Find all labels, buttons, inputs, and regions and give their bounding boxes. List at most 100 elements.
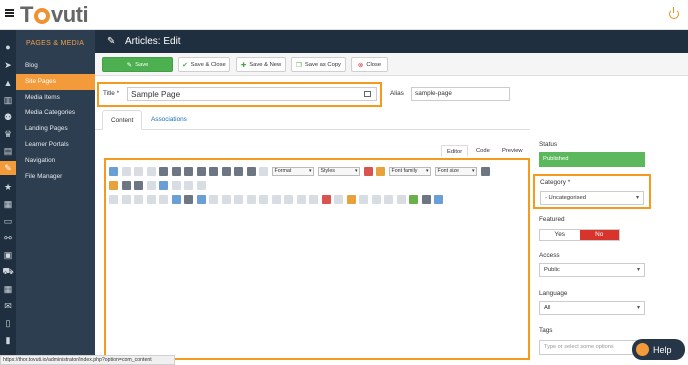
- rich-text-editor[interactable]: Format Styles Font family Font size: [104, 158, 530, 360]
- contacts-icon[interactable]: ▮: [3, 335, 13, 345]
- undo-icon[interactable]: [134, 167, 143, 176]
- trophy-icon[interactable]: ♛: [3, 129, 13, 139]
- align-right-icon[interactable]: [234, 167, 243, 176]
- bullet-list-icon[interactable]: [134, 181, 143, 190]
- users-icon[interactable]: ⚉: [3, 112, 13, 122]
- binoculars-icon[interactable]: [184, 195, 193, 204]
- power-icon[interactable]: [669, 7, 679, 19]
- sidebar-item-media-categories[interactable]: Media Categories: [16, 105, 95, 121]
- col-delete-icon[interactable]: [284, 195, 293, 204]
- bold-icon[interactable]: [159, 167, 168, 176]
- brush-icon[interactable]: [376, 167, 385, 176]
- sidebar-item-file-manager[interactable]: File Manager: [16, 169, 95, 185]
- store-icon[interactable]: ▦: [3, 199, 13, 209]
- editor-tab-code[interactable]: Code: [471, 145, 495, 157]
- align-center-icon[interactable]: [221, 167, 231, 176]
- format-select[interactable]: Format: [271, 167, 314, 176]
- new-document-icon[interactable]: [121, 167, 131, 176]
- text-color-icon[interactable]: [480, 167, 490, 176]
- rocket-icon[interactable]: ➤: [3, 60, 13, 70]
- id-badge-icon[interactable]: ▣: [3, 250, 13, 260]
- tovuti-logo[interactable]: Tvuti: [20, 2, 89, 27]
- category-select[interactable]: - Uncategorised: [540, 191, 644, 205]
- sidebar-item-landing-pages[interactable]: Landing Pages: [16, 121, 95, 137]
- language-select[interactable]: All: [539, 301, 645, 315]
- outdent-icon[interactable]: [146, 181, 156, 190]
- copy-icon[interactable]: [334, 195, 343, 204]
- graduation-cap-icon[interactable]: ▲: [3, 78, 13, 88]
- cut-icon[interactable]: [321, 195, 331, 204]
- module-icon[interactable]: [434, 195, 443, 204]
- sidebar-item-navigation[interactable]: Navigation: [16, 153, 95, 169]
- spellcheck-icon[interactable]: [409, 195, 418, 204]
- paste-icon[interactable]: [346, 195, 356, 204]
- save-new-button[interactable]: ✚ Save & New: [236, 57, 286, 72]
- close-button[interactable]: ⊗ Close: [351, 57, 388, 72]
- save-close-button[interactable]: ✔ Save & Close: [178, 57, 230, 72]
- underline-icon[interactable]: [184, 167, 193, 176]
- download-icon[interactable]: [371, 195, 381, 204]
- numbered-list-icon[interactable]: [121, 181, 131, 190]
- credit-card-icon[interactable]: ▭: [3, 216, 13, 226]
- chat-icon[interactable]: ✉: [3, 301, 13, 311]
- tab-content[interactable]: Content: [102, 110, 143, 130]
- align-justify-icon[interactable]: [246, 167, 256, 176]
- link-icon[interactable]: [146, 195, 156, 204]
- calendar-icon[interactable]: ▦: [3, 284, 13, 294]
- dashboard-icon[interactable]: ●: [3, 42, 13, 52]
- hamburger-menu-icon[interactable]: [5, 9, 14, 17]
- merge-cells-icon[interactable]: [296, 195, 306, 204]
- access-select[interactable]: Public: [539, 263, 645, 277]
- indent-icon[interactable]: [159, 181, 168, 190]
- keyboard-icon[interactable]: [364, 91, 371, 97]
- title-input[interactable]: Sample Page: [127, 87, 377, 101]
- alias-input[interactable]: sample-page: [411, 87, 510, 101]
- save-button[interactable]: ✎ Save: [102, 57, 173, 72]
- superscript-icon[interactable]: [184, 181, 193, 190]
- sidebar-item-learner-portals[interactable]: Learner Portals: [16, 137, 95, 153]
- featured-yes-option[interactable]: Yes: [540, 230, 580, 240]
- code-icon[interactable]: [396, 195, 406, 204]
- split-cells-icon[interactable]: [309, 195, 318, 204]
- align-left-icon[interactable]: [209, 167, 218, 176]
- strikethrough-icon[interactable]: [196, 167, 206, 176]
- sidebar-item-blog[interactable]: Blog: [16, 58, 95, 74]
- special-char-icon[interactable]: [134, 195, 143, 204]
- media-icon[interactable]: [171, 195, 181, 204]
- editor-tab-editor[interactable]: Editor: [441, 145, 469, 157]
- help-icon[interactable]: [109, 167, 118, 176]
- font-size-select[interactable]: Font size: [434, 167, 477, 176]
- editor-tab-preview[interactable]: Preview: [497, 145, 528, 157]
- styles-select[interactable]: Styles: [317, 167, 360, 176]
- featured-toggle[interactable]: Yes No: [539, 229, 620, 241]
- font-family-select[interactable]: Font family: [388, 167, 431, 176]
- horizontal-rule-icon[interactable]: [121, 195, 131, 204]
- row-delete-icon[interactable]: [246, 195, 256, 204]
- help-button[interactable]: Help: [632, 339, 685, 360]
- document-icon[interactable]: ▯: [3, 318, 13, 328]
- table-props-icon[interactable]: [209, 195, 218, 204]
- redo-icon[interactable]: [146, 167, 156, 176]
- italic-icon[interactable]: [171, 167, 181, 176]
- sitemap-icon[interactable]: ⚯: [3, 233, 13, 243]
- pages-media-icon[interactable]: ✎: [0, 161, 16, 175]
- tags-input[interactable]: Type or select some options: [539, 340, 639, 355]
- embed-icon[interactable]: [196, 195, 206, 204]
- col-after-icon[interactable]: [271, 195, 281, 204]
- bar-chart-icon[interactable]: ▥: [3, 95, 13, 105]
- sidebar-item-site-pages[interactable]: Site Pages: [16, 73, 95, 90]
- anchor-icon[interactable]: [109, 195, 118, 204]
- minus-icon[interactable]: [384, 195, 393, 204]
- status-select[interactable]: Published: [539, 152, 645, 167]
- cart-icon[interactable]: ⛟: [2, 266, 13, 277]
- presentation-icon[interactable]: ▤: [3, 146, 13, 156]
- col-before-icon[interactable]: [259, 195, 268, 204]
- save-copy-button[interactable]: ❐ Save as Copy: [291, 57, 346, 72]
- fullscreen-icon[interactable]: [421, 195, 431, 204]
- subscript-icon[interactable]: [171, 181, 181, 190]
- sidebar-item-media-items[interactable]: Media Items: [16, 90, 95, 106]
- row-before-icon[interactable]: [221, 195, 231, 204]
- tab-associations[interactable]: Associations: [143, 110, 195, 130]
- star-icon[interactable]: ★: [3, 182, 13, 192]
- featured-no-option[interactable]: No: [579, 230, 619, 240]
